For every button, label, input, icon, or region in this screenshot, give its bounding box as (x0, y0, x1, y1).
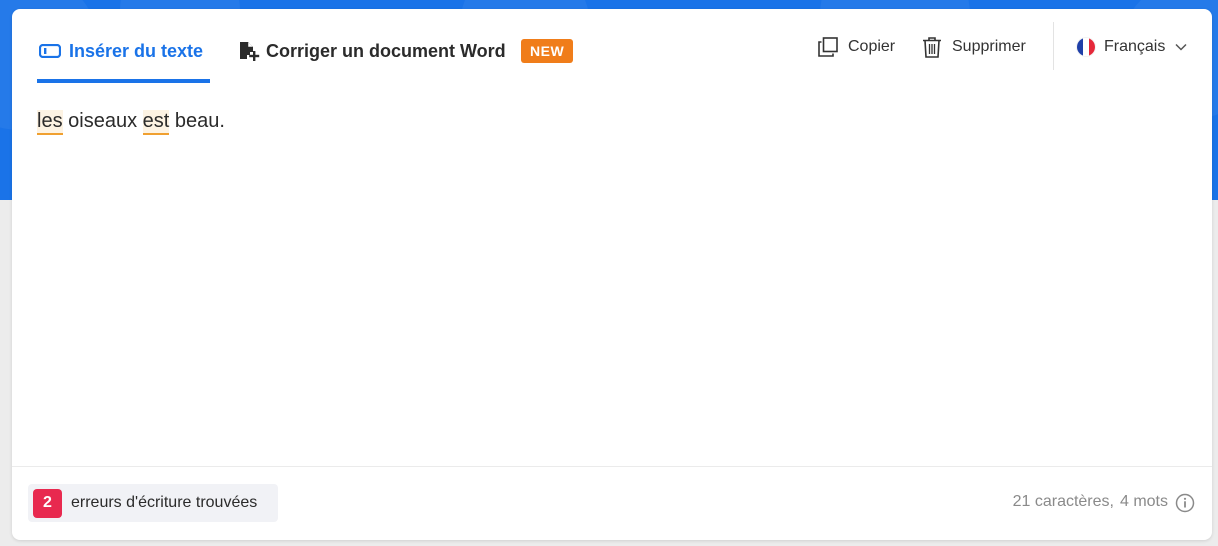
text-editor[interactable]: les oiseaux est beau. (37, 107, 1187, 447)
delete-label: Supprimer (952, 38, 1026, 55)
info-icon[interactable] (1175, 493, 1195, 513)
text-segment: beau. (169, 110, 225, 132)
word-count: 4 mots (1119, 493, 1168, 510)
trash-icon (922, 36, 942, 58)
delete-button[interactable]: Supprimer (922, 35, 1026, 59)
active-tab-indicator (37, 79, 210, 83)
editor-card: Insérer du texte Corriger un document Wo… (12, 9, 1212, 540)
new-badge: NEW (521, 39, 574, 63)
errors-summary-button[interactable]: 2 erreurs d'écriture trouvées (28, 484, 278, 522)
errors-found-label: erreurs d'écriture trouvées (71, 494, 258, 511)
copy-icon (818, 37, 838, 57)
copy-label: Copier (848, 38, 896, 55)
language-label: Français (1104, 38, 1166, 55)
text-segment: oiseaux (62, 110, 143, 132)
document-add-icon (238, 40, 260, 62)
footer-divider (12, 466, 1212, 467)
chevron-down-icon (1175, 43, 1187, 51)
error-count-badge: 2 (33, 488, 62, 518)
error-highlight[interactable]: est (142, 110, 170, 135)
toolbar-divider (1053, 22, 1054, 70)
error-highlight[interactable]: les (37, 110, 63, 135)
tab-correct-word-label: Corriger un document Word (266, 40, 506, 61)
language-select[interactable]: Français (1077, 35, 1187, 59)
tab-insert-text-label: Insérer du texte (69, 40, 204, 61)
text-stats: 21 caractères, 4 mots (1013, 493, 1168, 511)
french-flag-icon (1077, 38, 1095, 56)
tab-insert-text[interactable]: Insérer du texte (39, 37, 203, 65)
textfield-icon (39, 44, 61, 58)
copy-button[interactable]: Copier (818, 35, 895, 59)
character-count: 21 caractères, (1012, 493, 1114, 510)
tab-correct-word-document[interactable]: Corriger un document Word (238, 37, 506, 65)
